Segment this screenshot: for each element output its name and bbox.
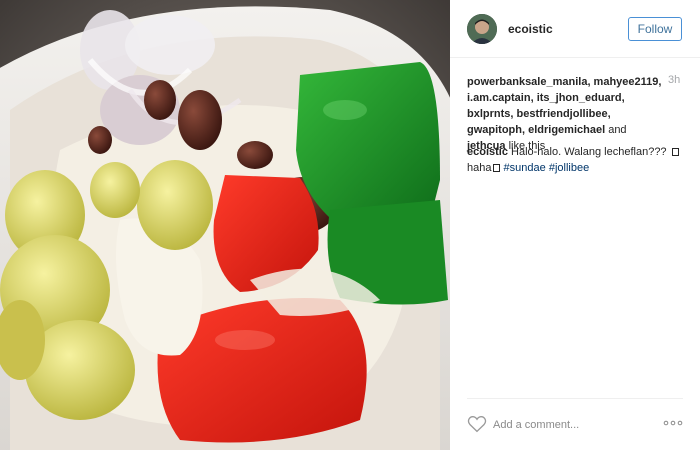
- post-header: ecoistic Follow: [450, 0, 700, 58]
- more-options-icon[interactable]: [663, 418, 683, 428]
- post-photo[interactable]: [0, 0, 450, 450]
- likes-summary: powerbanksale_manila, mahyee2119, i.am.c…: [467, 74, 663, 154]
- avatar[interactable]: [467, 14, 497, 44]
- hashtag-sundae[interactable]: #sundae: [504, 162, 546, 174]
- caption-text: Halo-halo. Walang lecheflan???: [507, 146, 670, 158]
- post-timestamp[interactable]: 3h: [668, 74, 680, 86]
- missing-emoji-glyph-icon: [671, 148, 679, 156]
- profile-photo-icon: [467, 14, 497, 44]
- follow-button[interactable]: Follow: [628, 17, 682, 41]
- liker-names[interactable]: powerbanksale_manila, mahyee2119, i.am.c…: [467, 76, 661, 136]
- likes-and-text: and: [605, 124, 627, 136]
- post-side-panel: ecoistic Follow powerbanksale_manila, ma…: [450, 0, 700, 450]
- missing-emoji-glyph-icon: [493, 164, 501, 172]
- caption-username[interactable]: ecoistic: [467, 146, 508, 158]
- post-caption: ecoistic Halo-halo. Walang lecheflan??? …: [467, 144, 682, 176]
- caption-text-2: haha: [467, 162, 492, 174]
- heart-icon[interactable]: [467, 415, 487, 433]
- instagram-post: ecoistic Follow powerbanksale_manila, ma…: [0, 0, 700, 450]
- halo-halo-image: [0, 0, 450, 450]
- post-author-username[interactable]: ecoistic: [508, 22, 553, 36]
- add-comment-input[interactable]: [493, 416, 643, 434]
- hashtag-jollibee[interactable]: #jollibee: [549, 162, 589, 174]
- post-footer: [467, 398, 683, 450]
